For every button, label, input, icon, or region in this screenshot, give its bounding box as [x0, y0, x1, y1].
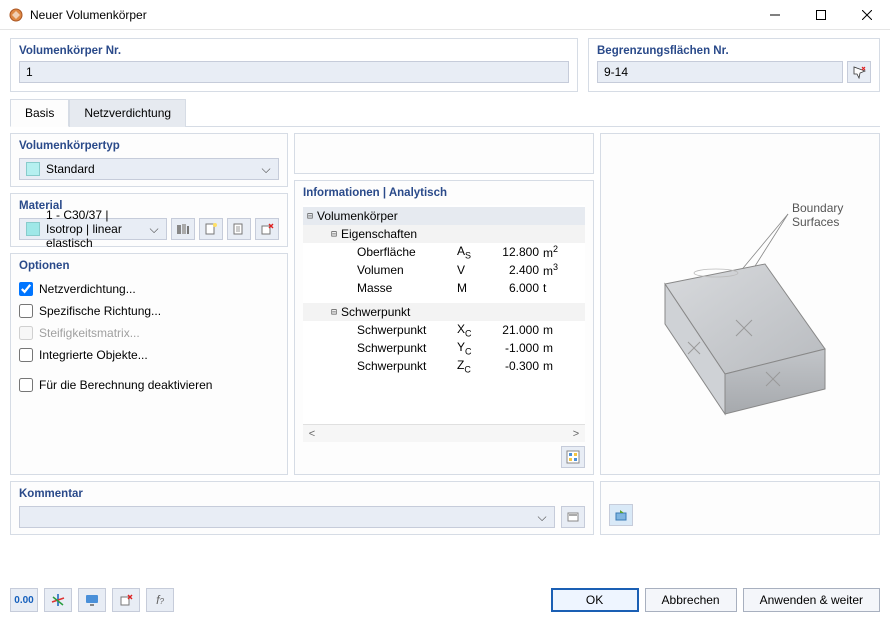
axes-button[interactable] — [44, 588, 72, 612]
info-data-row: OberflächeAS12.800m2 — [303, 243, 585, 261]
collapse-icon[interactable]: ⊟ — [303, 211, 317, 222]
clear-button[interactable] — [112, 588, 140, 612]
svg-text:Surfaces: Surfaces — [792, 215, 839, 229]
minimize-button[interactable] — [752, 0, 798, 30]
tab-basis[interactable]: Basis — [10, 99, 69, 127]
option-direction-label: Spezifische Richtung... — [39, 304, 161, 318]
option-integrated-label: Integrierte Objekte... — [39, 348, 148, 362]
material-value: 1 - C30/37 | Isotrop | linear elastisch — [46, 208, 140, 250]
pick-surfaces-button[interactable] — [847, 61, 871, 83]
function-button[interactable]: f? — [146, 588, 174, 612]
material-delete-button[interactable] — [255, 218, 279, 240]
solid-type-combo[interactable]: Standard ⌵ — [19, 158, 279, 180]
comment-label: Kommentar — [19, 488, 585, 500]
option-stiffness-row: Steifigkeitsmatrix... — [19, 322, 279, 344]
comment-pick-button[interactable] — [561, 506, 585, 528]
preview-tools-panel — [600, 481, 880, 535]
material-panel: Material 1 - C30/37 | Isotrop | linear e… — [10, 193, 288, 247]
scroll-left-icon[interactable]: < — [303, 428, 321, 440]
tree-root-label: Volumenkörper — [317, 209, 398, 223]
boundary-surfaces-input[interactable] — [597, 61, 843, 83]
comment-combo[interactable]: ⌵ — [19, 506, 555, 528]
app-icon — [8, 7, 24, 23]
chevron-down-icon: ⌵ — [146, 222, 162, 237]
option-deactivate-label: Für die Berechnung deaktivieren — [39, 378, 212, 392]
svg-text:Boundary: Boundary — [792, 201, 843, 215]
solid-preview-icon: Boundary Surfaces — [610, 154, 870, 454]
information-tree: ⊟ Volumenkörper ⊟ Eigenschaften Oberfläc… — [303, 205, 585, 424]
preview-panel: Boundary Surfaces — [600, 133, 880, 475]
tab-strip: Basis Netzverdichtung — [10, 98, 880, 126]
collapse-icon[interactable]: ⊟ — [327, 229, 341, 240]
tree-root-row[interactable]: ⊟ Volumenkörper — [303, 207, 585, 225]
option-direction-checkbox[interactable] — [19, 304, 33, 318]
solid-type-panel: Volumenkörpertyp Standard ⌵ — [10, 133, 288, 187]
tree-properties-label: Eigenschaften — [341, 227, 417, 241]
chevron-down-icon: ⌵ — [258, 162, 274, 177]
info-data-row: SchwerpunktXC21.000m — [303, 321, 585, 339]
close-button[interactable] — [844, 0, 890, 30]
boundary-surfaces-label: Begrenzungsflächen Nr. — [597, 45, 871, 57]
comment-panel: Kommentar ⌵ — [10, 481, 594, 535]
maximize-button[interactable] — [798, 0, 844, 30]
information-panel: Informationen | Analytisch ⊟ Volumenkörp… — [294, 180, 594, 475]
info-data-row: VolumenV2.400m3 — [303, 261, 585, 279]
option-mesh-row[interactable]: Netzverdichtung... — [19, 278, 279, 300]
solid-number-label: Volumenkörper Nr. — [19, 45, 569, 57]
information-header: Informationen | Analytisch — [303, 187, 585, 199]
collapse-icon[interactable]: ⊟ — [327, 307, 341, 318]
option-mesh-label: Netzverdichtung... — [39, 282, 136, 296]
window-title: Neuer Volumenkörper — [30, 8, 752, 22]
option-mesh-checkbox[interactable] — [19, 282, 33, 296]
tree-properties-row[interactable]: ⊟ Eigenschaften — [303, 225, 585, 243]
options-label: Optionen — [19, 260, 279, 272]
apply-continue-button[interactable]: Anwenden & weiter — [743, 588, 880, 612]
chevron-down-icon: ⌵ — [534, 510, 550, 525]
material-edit-button[interactable] — [227, 218, 251, 240]
material-combo[interactable]: 1 - C30/37 | Isotrop | linear elastisch … — [19, 218, 167, 240]
boundary-surfaces-group: Begrenzungsflächen Nr. — [588, 38, 880, 92]
solid-number-input[interactable] — [19, 61, 569, 83]
display-button[interactable] — [78, 588, 106, 612]
info-data-row: SchwerpunktZC-0.300m — [303, 357, 585, 375]
tab-mesh-refinement[interactable]: Netzverdichtung — [69, 99, 186, 127]
option-stiffness-checkbox — [19, 326, 33, 340]
solid-type-label: Volumenkörpertyp — [19, 140, 279, 152]
solid-number-group: Volumenkörper Nr. — [10, 38, 578, 92]
solid-type-swatch-icon — [26, 162, 40, 176]
info-settings-button[interactable] — [561, 446, 585, 468]
solid-type-value: Standard — [46, 162, 252, 176]
option-integrated-row[interactable]: Integrierte Objekte... — [19, 344, 279, 366]
bottom-toolbar: 0.00 f? OK Abbrechen Anwenden & weiter — [10, 588, 880, 612]
options-panel: Optionen Netzverdichtung... Spezifische … — [10, 253, 288, 475]
preview-refresh-button[interactable] — [609, 504, 633, 526]
cancel-button[interactable]: Abbrechen — [645, 588, 737, 612]
material-library-button[interactable] — [171, 218, 195, 240]
option-deactivate-row[interactable]: Für die Berechnung deaktivieren — [19, 374, 279, 396]
title-bar: Neuer Volumenkörper — [0, 0, 890, 30]
option-stiffness-label: Steifigkeitsmatrix... — [39, 326, 140, 340]
info-data-row: MasseM6.000t — [303, 279, 585, 297]
scroll-right-icon[interactable]: > — [567, 428, 585, 440]
option-direction-row[interactable]: Spezifische Richtung... — [19, 300, 279, 322]
horizontal-scrollbar[interactable]: < > — [303, 424, 585, 442]
material-new-button[interactable] — [199, 218, 223, 240]
option-deactivate-checkbox[interactable] — [19, 378, 33, 392]
material-swatch-icon — [26, 222, 40, 236]
ok-button[interactable]: OK — [551, 588, 639, 612]
tree-centroid-row[interactable]: ⊟ Schwerpunkt — [303, 303, 585, 321]
units-button[interactable]: 0.00 — [10, 588, 38, 612]
tree-centroid-label: Schwerpunkt — [341, 305, 410, 319]
info-data-row: SchwerpunktYC-1.000m — [303, 339, 585, 357]
info-spacer-panel — [294, 133, 594, 174]
option-integrated-checkbox[interactable] — [19, 348, 33, 362]
